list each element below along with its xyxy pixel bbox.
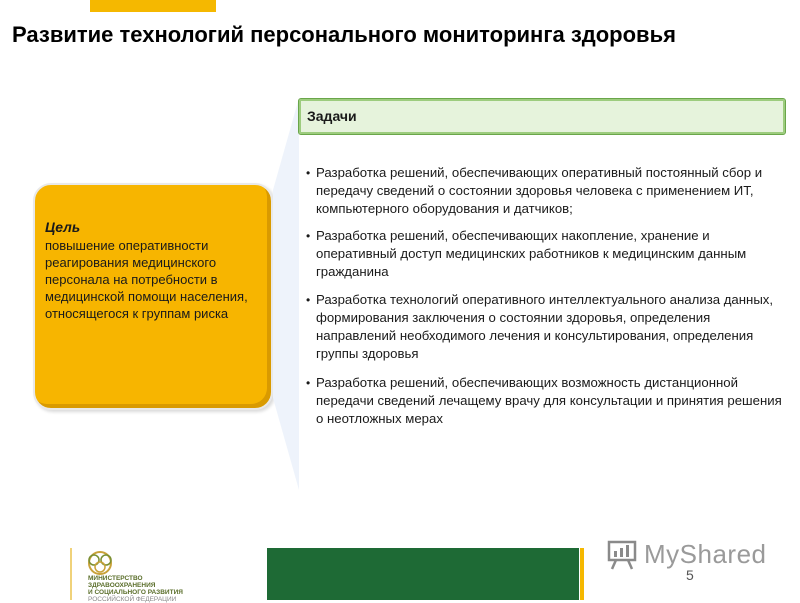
footer-green-bar — [267, 548, 579, 600]
ministry-emblem-icon — [88, 551, 112, 575]
list-item: Разработка решений, обеспечивающих возмо… — [300, 374, 786, 428]
top-accent-bar — [90, 0, 216, 12]
logo-line: ЗДРАВООХРАНЕНИЯ — [88, 582, 156, 589]
goal-text: повышение оперативности реагирования мед… — [45, 238, 248, 321]
goal-heading: Цель — [45, 219, 81, 235]
presentation-board-icon — [607, 540, 637, 570]
list-item: Разработка технологий оперативного интел… — [300, 291, 786, 363]
logo-line: МИНИСТЕРСТВО — [88, 575, 143, 582]
page-number: 5 — [686, 567, 694, 583]
ministry-logo-text: МИНИСТЕРСТВО ЗДРАВООХРАНЕНИЯ И СОЦИАЛЬНО… — [88, 575, 238, 603]
slide-title: Развитие технологий персонального монито… — [12, 22, 676, 47]
goal-box: Цель повышение оперативности реагировани… — [33, 183, 273, 410]
watermark-text: MyShared — [644, 539, 767, 569]
connector-shape — [273, 98, 299, 490]
tasks-header: Задачи — [298, 98, 786, 135]
logo-line: И СОЦИАЛЬНОГО РАЗВИТИЯ — [88, 589, 183, 596]
logo-divider — [70, 548, 72, 600]
tasks-list: Разработка решений, обеспечивающих опера… — [300, 164, 786, 428]
footer-yellow-stripe — [580, 548, 584, 600]
list-item: Разработка решений, обеспечивающих накоп… — [300, 227, 786, 281]
list-item: Разработка решений, обеспечивающих опера… — [300, 164, 786, 218]
